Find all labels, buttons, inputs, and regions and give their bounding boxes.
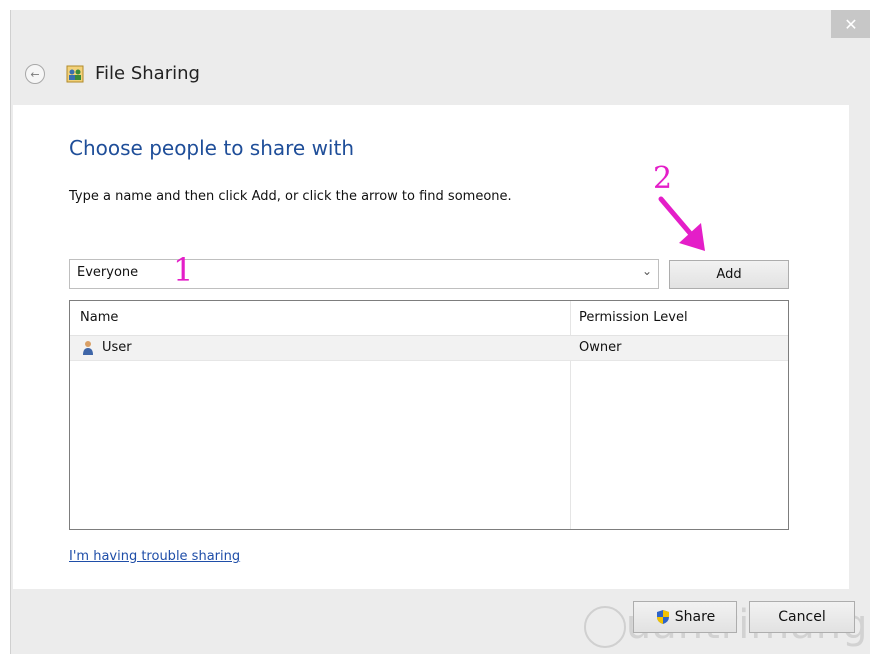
uac-shield-icon [656, 610, 669, 624]
column-header-permission[interactable]: Permission Level [579, 310, 688, 325]
instruction-text: Type a name and then click Add, or click… [69, 189, 512, 204]
page-heading: Choose people to share with [69, 136, 355, 160]
row-name: User [102, 340, 132, 355]
row-permission[interactable]: Owner [579, 340, 621, 355]
close-icon: ✕ [844, 14, 858, 34]
annotation-step-2: 2 [653, 161, 673, 196]
user-icon [83, 341, 93, 355]
close-button[interactable]: ✕ [831, 10, 870, 38]
people-combobox[interactable]: Everyone ⌄ [69, 259, 659, 289]
table-header: Name Permission Level [70, 301, 788, 336]
annotation-step-1: 1 [173, 251, 194, 289]
share-label: Share [674, 609, 716, 625]
file-sharing-icon [66, 65, 84, 83]
add-button[interactable]: Add [669, 260, 789, 289]
column-header-name[interactable]: Name [80, 310, 118, 325]
window-title: File Sharing [95, 63, 200, 84]
trouble-sharing-link[interactable]: I'm having trouble sharing [69, 549, 240, 564]
share-table: Name Permission Level User Owner [69, 300, 789, 530]
back-arrow-icon: ← [30, 67, 40, 81]
annotation-arrow-icon [658, 196, 705, 251]
combobox-value: Everyone [77, 265, 139, 280]
dialog-content: Choose people to share with Type a name … [13, 105, 849, 589]
cancel-button[interactable]: Cancel [749, 601, 855, 633]
dialog-window: ✕ ← File Sharing Choose people to share … [10, 10, 870, 654]
share-button[interactable]: Share [633, 601, 737, 633]
table-row[interactable]: User Owner [70, 336, 788, 361]
back-button[interactable]: ← [25, 64, 45, 84]
chevron-down-icon[interactable]: ⌄ [642, 264, 652, 278]
